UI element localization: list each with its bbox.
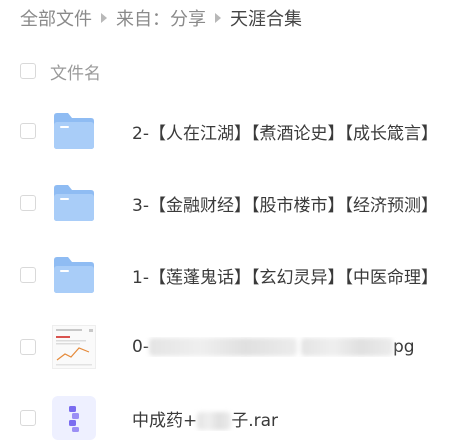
row-checkbox[interactable] [20, 195, 36, 211]
file-name-suffix: pg [392, 337, 415, 357]
breadcrumb: 全部文件 来自：分享 天涯合集 [20, 6, 302, 30]
breadcrumb-all-files[interactable]: 全部文件 [20, 5, 92, 31]
file-row[interactable]: 0- pg [20, 319, 475, 375]
file-name-suffix: 子.rar [231, 410, 279, 431]
file-name[interactable]: 中成药+ 子.rar [132, 406, 278, 431]
file-list-header: 文件名 [20, 58, 101, 84]
row-checkbox[interactable] [20, 339, 36, 355]
file-row[interactable]: 3-【金融财经】【股市楼市】【经济预测】 [20, 175, 475, 231]
file-name-prefix: 0- [132, 337, 149, 357]
obscured-text [148, 338, 297, 356]
file-name[interactable]: 1-【莲蓬鬼话】【玄幻灵异】【中医命理】 [132, 263, 438, 288]
folder-icon [52, 109, 96, 153]
folder-icon [52, 181, 96, 225]
breadcrumb-separator-icon [101, 13, 107, 23]
obscured-text [300, 338, 393, 356]
breadcrumb-separator-icon [215, 13, 221, 23]
file-row[interactable]: 中成药+ 子.rar [20, 390, 475, 446]
row-checkbox[interactable] [20, 410, 36, 426]
row-checkbox[interactable] [20, 123, 36, 139]
breadcrumb-current-folder: 天涯合集 [230, 9, 302, 30]
folder-icon [52, 253, 96, 297]
breadcrumb-from-share[interactable]: 来自：分享 [116, 5, 206, 31]
file-row[interactable]: 2-【人在江湖】【煮酒论史】【成长箴言】 [20, 103, 475, 159]
archive-icon [52, 396, 96, 440]
file-row[interactable]: 1-【莲蓬鬼话】【玄幻灵异】【中医命理】 [20, 247, 475, 303]
file-name-prefix: 中成药+ [132, 410, 198, 431]
select-all-checkbox[interactable] [20, 63, 36, 79]
obscured-text [197, 411, 232, 430]
column-header-filename[interactable]: 文件名 [50, 59, 101, 84]
row-checkbox[interactable] [20, 267, 36, 283]
file-name[interactable]: 3-【金融财经】【股市楼市】【经济预测】 [132, 191, 438, 216]
image-thumbnail [52, 325, 96, 369]
file-name[interactable]: 0- pg [132, 337, 415, 357]
file-name[interactable]: 2-【人在江湖】【煮酒论史】【成长箴言】 [132, 119, 438, 144]
